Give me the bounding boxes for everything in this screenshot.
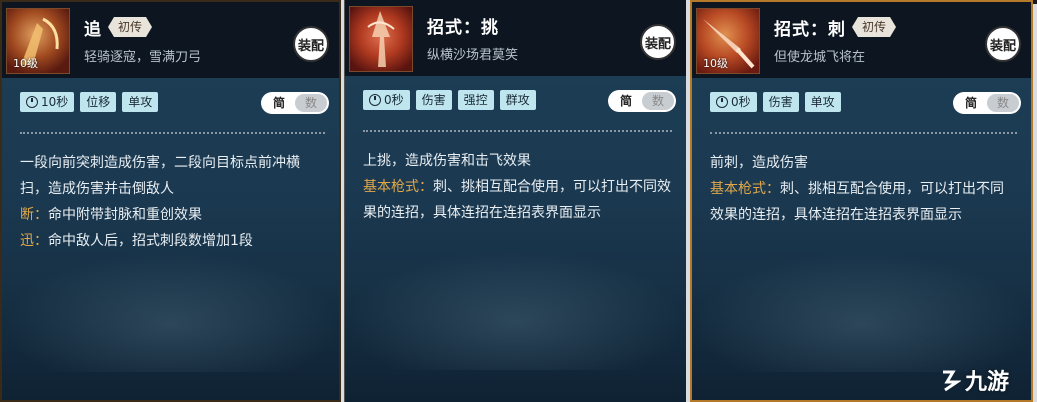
desc-label: 断：	[20, 207, 48, 223]
skill-tags: 0秒 伤害 单攻	[710, 92, 841, 112]
toggle-simple[interactable]: 简	[263, 94, 295, 112]
desc-line: 迅：命中敌人后，招式刺段数增加1段	[20, 228, 325, 254]
desc-line: 基本枪式：刺、挑相互配合使用，可以打出不同效果的连招，具体连招在连招表界面显示	[363, 174, 672, 226]
clock-icon	[369, 94, 381, 106]
skill-level: 10级	[703, 57, 728, 70]
card-header: 10级 招式：刺 初传 但使龙城飞将在 装配	[692, 2, 1031, 78]
skill-description: 一段向前突刺造成伤害，二段向目标点前冲横扫，造成伤害并击倒敌人 断：命中附带封脉…	[20, 150, 325, 254]
skill-subtitle: 轻骑逐寇，雪满刀弓	[84, 50, 202, 65]
cooldown-tag: 0秒	[363, 90, 410, 110]
cooldown-value: 0秒	[731, 95, 751, 109]
card-header: 10级 追 初传 轻骑逐寇，雪满刀弓 装配	[2, 2, 339, 78]
desc-text: 命中附带封脉和重创效果	[48, 207, 202, 223]
desc-line: 断：命中附带封脉和重创效果	[20, 202, 325, 228]
simple-number-toggle[interactable]: 简 数	[608, 90, 676, 112]
cooldown-value: 10秒	[41, 95, 69, 109]
desc-text: 上挑，造成伤害和击飞效果	[363, 153, 531, 169]
skill-subtitle: 但使龙城飞将在	[774, 50, 866, 65]
simple-number-toggle[interactable]: 简 数	[261, 92, 329, 114]
tag-damage: 伤害	[415, 90, 452, 110]
rank-badge: 初传	[108, 17, 152, 37]
desc-text: 命中敌人后，招式刺段数增加1段	[48, 233, 253, 249]
cooldown-value: 0秒	[384, 93, 404, 107]
tag-hard-control: 强控	[457, 90, 494, 110]
cooldown-tag: 0秒	[710, 92, 757, 112]
skill-portrait[interactable]: 10级	[6, 8, 70, 74]
skill-portrait[interactable]	[349, 6, 413, 72]
rank-badge: 初传	[852, 17, 896, 37]
toggle-number[interactable]: 数	[987, 94, 1019, 112]
skill-title: 招式：刺	[774, 19, 846, 40]
spear-icon	[367, 11, 395, 67]
desc-label: 基本枪式：	[710, 181, 780, 197]
card-header: 招式：挑 纵横沙场君莫笑 装配	[345, 0, 686, 76]
skill-card-tiao: 招式：挑 纵横沙场君莫笑 装配 0秒 伤害 强控 群攻 简 数 上挑，造成伤害和…	[344, 0, 686, 402]
simple-number-toggle[interactable]: 简 数	[953, 92, 1021, 114]
clock-icon	[716, 96, 728, 108]
skill-tags: 0秒 伤害 强控 群攻	[363, 90, 536, 110]
skill-description: 前刺，造成伤害 基本枪式：刺、挑相互配合使用，可以打出不同效果的连招，具体连招在…	[710, 150, 1017, 228]
skill-title: 追	[84, 19, 102, 40]
toggle-simple[interactable]: 简	[955, 94, 987, 112]
dotted-divider	[363, 130, 672, 132]
skill-description: 上挑，造成伤害和击飞效果 基本枪式：刺、挑相互配合使用，可以打出不同效果的连招，…	[363, 148, 672, 226]
equip-button[interactable]: 装配	[640, 24, 676, 60]
skill-level: 10级	[13, 57, 38, 70]
skill-card-zhui: 10级 追 初传 轻骑逐寇，雪满刀弓 装配 10秒 位移 单攻 简 数 一段向前…	[0, 0, 341, 402]
skill-title: 招式：挑	[427, 17, 499, 38]
desc-line: 前刺，造成伤害	[710, 150, 1017, 176]
cooldown-tag: 10秒	[20, 92, 75, 112]
tag-single-target: 单攻	[122, 92, 159, 112]
skill-card-ci: 10级 招式：刺 初传 但使龙城飞将在 装配 0秒 伤害 单攻 简 数 前刺，造…	[690, 0, 1033, 402]
desc-label: 基本枪式：	[363, 179, 433, 195]
watermark-text: 九游	[964, 370, 1009, 395]
desc-label: 迅：	[20, 233, 48, 249]
desc-text: 一段向前突刺造成伤害，二段向目标点前冲横扫，造成伤害并击倒敌人	[20, 155, 300, 197]
toggle-number[interactable]: 数	[295, 94, 327, 112]
toggle-number[interactable]: 数	[642, 92, 674, 110]
equip-button[interactable]: 装配	[293, 26, 329, 62]
watermark-logo: 九游	[939, 364, 1009, 396]
desc-line: 基本枪式：刺、挑相互配合使用，可以打出不同效果的连招，具体连招在连招表界面显示	[710, 176, 1017, 228]
equip-button[interactable]: 装配	[985, 26, 1021, 62]
tag-aoe: 群攻	[499, 90, 536, 110]
skill-subtitle: 纵横沙场君莫笑	[427, 48, 519, 63]
clock-icon	[26, 96, 38, 108]
desc-text: 前刺，造成伤害	[710, 155, 808, 171]
jiuyou-logo-icon	[942, 370, 961, 392]
tag-displacement: 位移	[80, 92, 117, 112]
skill-portrait[interactable]: 10级	[696, 8, 760, 74]
desc-line: 上挑，造成伤害和击飞效果	[363, 148, 672, 174]
dotted-divider	[20, 132, 325, 134]
tag-damage: 伤害	[762, 92, 799, 112]
desc-line: 一段向前突刺造成伤害，二段向目标点前冲横扫，造成伤害并击倒敌人	[20, 150, 325, 202]
skill-tags: 10秒 位移 单攻	[20, 92, 159, 112]
toggle-simple[interactable]: 简	[610, 92, 642, 110]
dotted-divider	[710, 132, 1017, 134]
tag-single-target: 单攻	[804, 92, 841, 112]
